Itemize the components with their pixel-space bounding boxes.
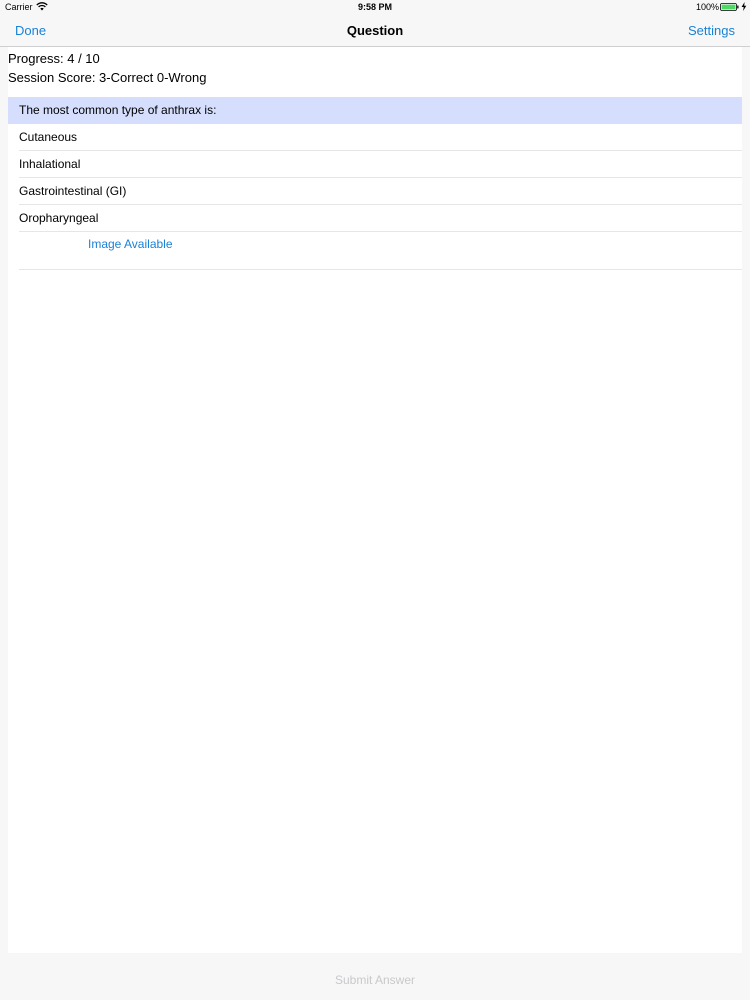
session-score-label: Session Score: 3-Correct 0-Wrong <box>8 70 207 85</box>
answer-label: Inhalational <box>19 157 81 171</box>
status-bar: Carrier 9:58 PM 100% <box>0 0 750 14</box>
bottom-toolbar: Submit Answer <box>0 958 750 1000</box>
question-text: The most common type of anthrax is: <box>19 103 217 117</box>
answer-label: Cutaneous <box>19 130 78 144</box>
answer-label: Oropharyngeal <box>19 211 99 225</box>
progress-label: Progress: 4 / 10 <box>8 51 100 66</box>
submit-answer-button[interactable]: Submit Answer <box>0 973 750 987</box>
answer-label: Gastrointestinal (GI) <box>19 184 127 198</box>
page-title: Question <box>346 23 404 38</box>
battery-percentage: 100% <box>695 2 719 12</box>
charging-bolt-icon <box>741 2 747 11</box>
image-available-link[interactable]: Image Available <box>88 237 173 251</box>
battery-icon <box>720 3 739 11</box>
row-divider <box>19 269 742 270</box>
answer-option-inhalational[interactable]: Inhalational <box>8 151 742 178</box>
answer-option-oropharyngeal[interactable]: Oropharyngeal <box>8 205 742 232</box>
image-row: Image Available <box>8 232 742 270</box>
navigation-bar: Done Question Settings <box>0 14 750 47</box>
answer-option-cutaneous[interactable]: Cutaneous <box>8 124 742 151</box>
clock: 9:58 PM <box>357 2 392 12</box>
question-header: The most common type of anthrax is: <box>8 97 742 124</box>
answer-option-gastrointestinal[interactable]: Gastrointestinal (GI) <box>8 178 742 205</box>
question-panel: Progress: 4 / 10 Session Score: 3-Correc… <box>8 47 742 953</box>
settings-button[interactable]: Settings <box>688 23 735 38</box>
